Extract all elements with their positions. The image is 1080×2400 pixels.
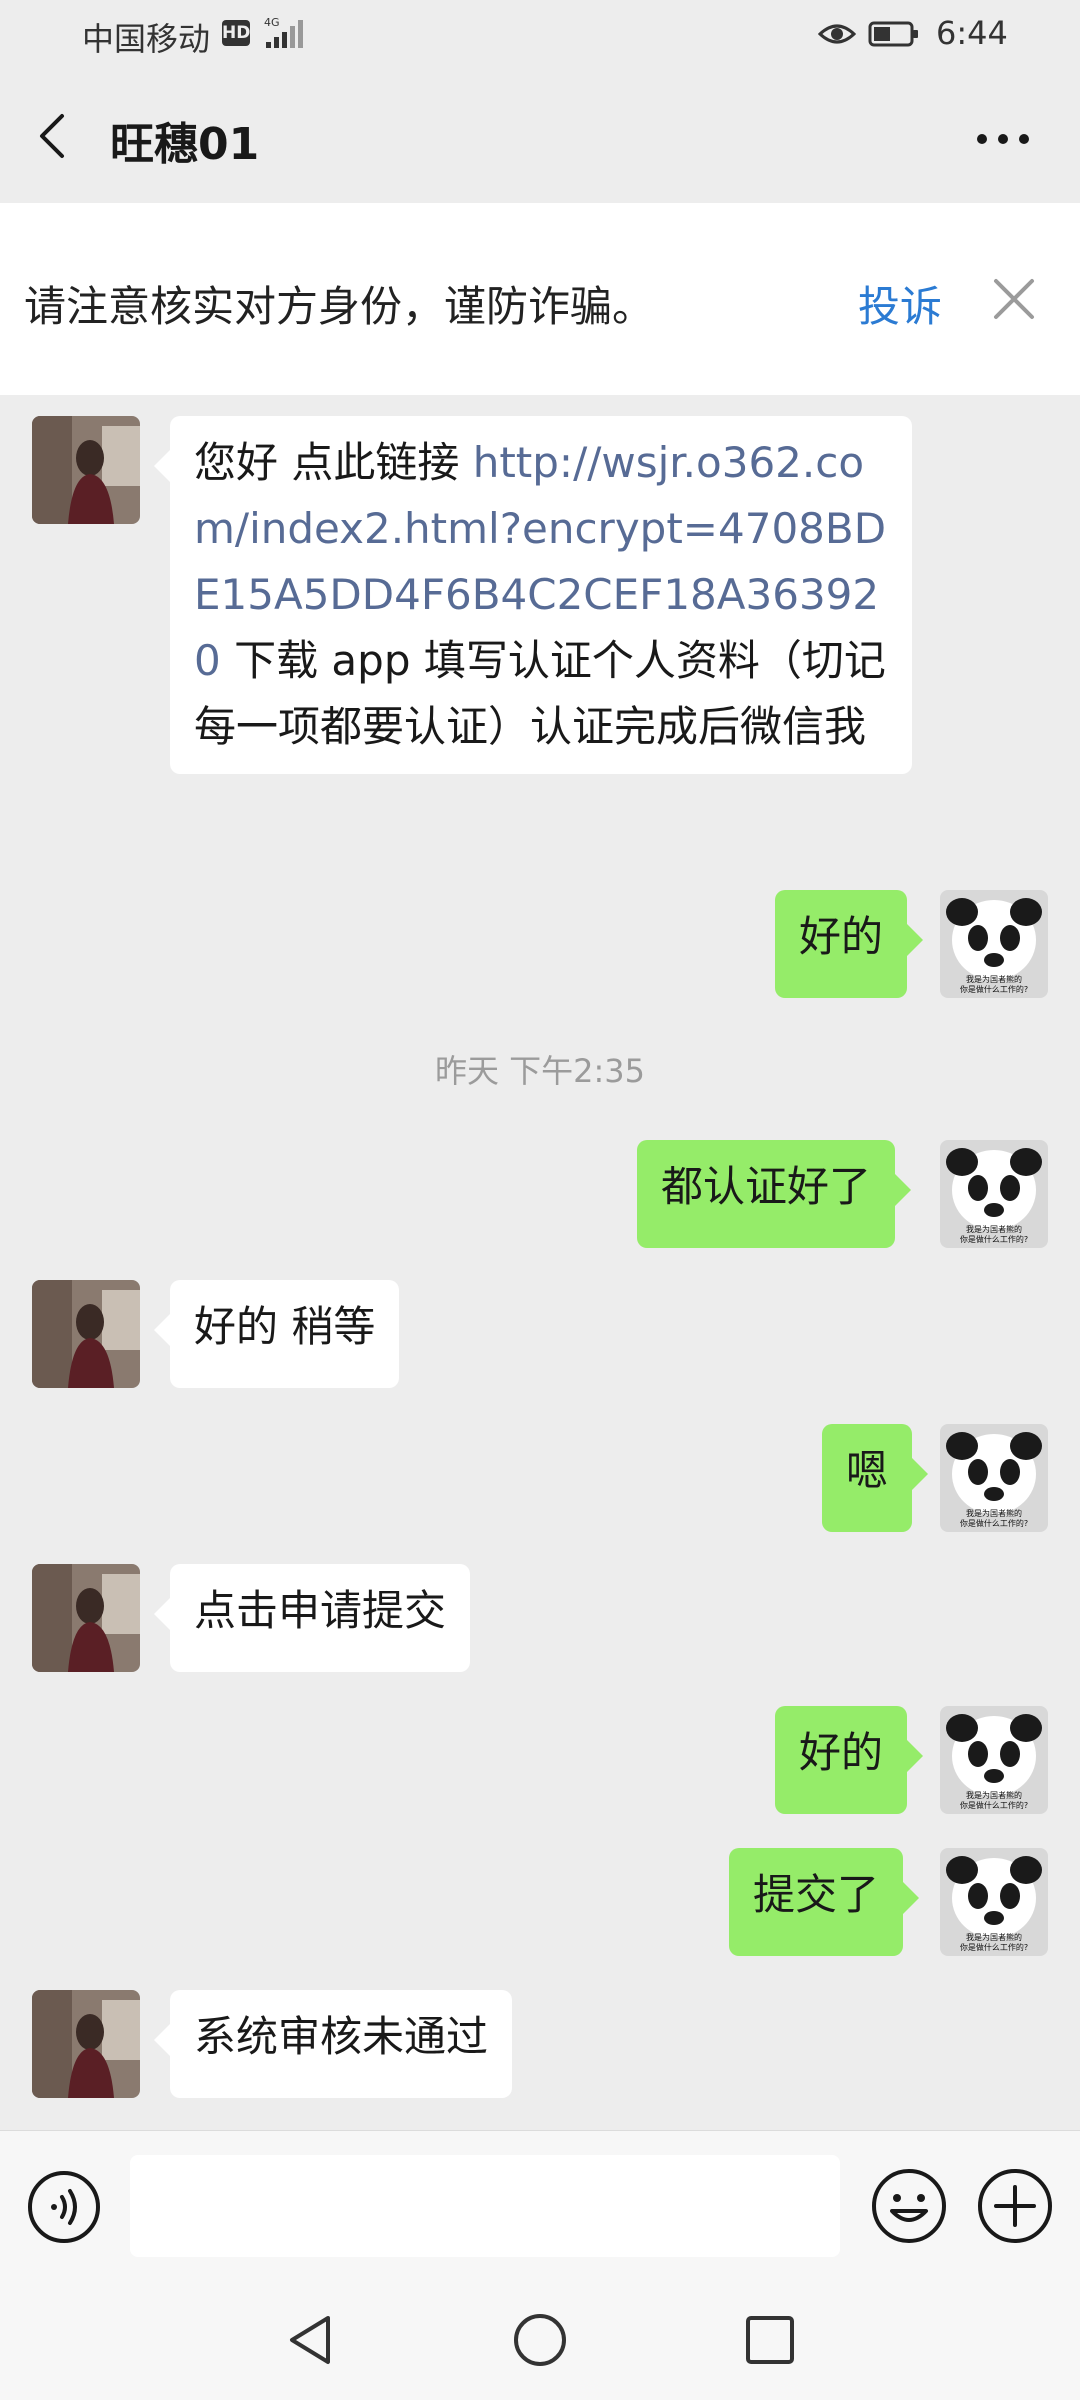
- message-bubble-outgoing[interactable]: 嗯: [822, 1424, 929, 1532]
- sticker-caption-line2: 你是做什么工作的?: [960, 1518, 1028, 1528]
- emoji-icon[interactable]: [870, 2167, 948, 2245]
- my-avatar[interactable]: 我是为国者熊的 你是做什么工作的?: [940, 1424, 1048, 1532]
- chat-title: 旺穗01: [110, 119, 260, 170]
- message-text: 您好 点此链接: [194, 438, 473, 487]
- message-input-bar: [0, 2130, 1080, 2281]
- carrier-name: 中国移动: [82, 20, 211, 58]
- warning-text: 请注意核实对方身份，谨防诈骗。: [24, 282, 655, 331]
- contact-avatar[interactable]: [32, 1564, 140, 1672]
- nav-recent-apps-icon[interactable]: [740, 2310, 800, 2370]
- message-text: 提交了: [753, 1870, 880, 1919]
- message-bubble-outgoing[interactable]: 好的: [775, 1706, 924, 1814]
- back-arrow-icon[interactable]: [24, 106, 84, 166]
- voice-input-icon[interactable]: [26, 2169, 102, 2245]
- message-bubble-outgoing[interactable]: 提交了: [729, 1848, 920, 1956]
- plus-icon[interactable]: [976, 2167, 1054, 2245]
- sticker-caption-line1: 我是为国者熊的: [966, 1224, 1022, 1234]
- contact-avatar[interactable]: [32, 1280, 140, 1388]
- eye-icon: [818, 24, 856, 44]
- complain-link[interactable]: 投诉: [858, 273, 942, 334]
- message-text: 嗯: [846, 1446, 889, 1495]
- nav-home-icon[interactable]: [510, 2310, 570, 2370]
- sticker-caption-line1: 我是为国者熊的: [966, 1790, 1022, 1800]
- message-text: 下载 app 填写认证个人资料（切记每一项都要认证）认证完成后微信我: [194, 636, 886, 751]
- sticker-caption-line2: 你是做什么工作的?: [960, 1942, 1028, 1952]
- status-bar: 中国移动 HD 4G 6:44: [0, 0, 1080, 70]
- message-text: 好的: [799, 912, 884, 961]
- message-bubble-incoming[interactable]: 点击申请提交: [153, 1564, 471, 1672]
- sticker-caption-line2: 你是做什么工作的?: [960, 984, 1028, 994]
- my-avatar[interactable]: 我是为国者熊的 你是做什么工作的?: [940, 890, 1048, 998]
- system-navigation-bar: [0, 2280, 1080, 2400]
- message-bubble-incoming[interactable]: 您好 点此链接 http://wsjr.o362.com/index2.html…: [154, 416, 912, 774]
- message-bubble-incoming[interactable]: 系统审核未通过: [153, 1990, 513, 2098]
- contact-avatar[interactable]: [32, 416, 140, 524]
- sticker-caption-line2: 你是做什么工作的?: [960, 1234, 1028, 1244]
- message-bubble-outgoing[interactable]: 好的: [775, 890, 924, 998]
- message-text: 好的: [799, 1728, 884, 1777]
- close-icon[interactable]: [988, 273, 1040, 325]
- fraud-warning-banner: 请注意核实对方身份，谨防诈骗。 投诉: [0, 203, 1080, 395]
- hd-badge: HD: [222, 20, 250, 46]
- message-text: 系统审核未通过: [194, 2012, 489, 2061]
- message-input[interactable]: [130, 2155, 840, 2257]
- timestamp: 昨天 下午2:35: [434, 1052, 646, 1090]
- battery-icon: [868, 21, 918, 47]
- sticker-caption-line2: 你是做什么工作的?: [960, 1800, 1028, 1810]
- message-text: 点击申请提交: [194, 1586, 447, 1635]
- chat-header: 旺穗01: [0, 70, 1080, 202]
- more-options-icon[interactable]: [968, 114, 1038, 164]
- signal-icon: 4G: [264, 16, 303, 48]
- sticker-caption-line1: 我是为国者熊的: [966, 974, 1022, 984]
- message-text: 好的 稍等: [194, 1302, 376, 1351]
- network-type: 4G: [264, 16, 280, 29]
- my-avatar[interactable]: 我是为国者熊的 你是做什么工作的?: [940, 1848, 1048, 1956]
- nav-back-icon[interactable]: [280, 2310, 340, 2370]
- message-bubble-outgoing[interactable]: 都认证好了: [637, 1140, 912, 1248]
- my-avatar[interactable]: 我是为国者熊的 你是做什么工作的?: [940, 1140, 1048, 1248]
- my-avatar[interactable]: 我是为国者熊的 你是做什么工作的?: [940, 1706, 1048, 1814]
- sticker-caption-line1: 我是为国者熊的: [966, 1508, 1022, 1518]
- contact-avatar[interactable]: [32, 1990, 140, 2098]
- clock-time: 6:44: [936, 14, 1008, 52]
- message-bubble-incoming[interactable]: 好的 稍等: [153, 1280, 400, 1388]
- message-text: 都认证好了: [661, 1162, 872, 1211]
- sticker-caption-line1: 我是为国者熊的: [966, 1932, 1022, 1942]
